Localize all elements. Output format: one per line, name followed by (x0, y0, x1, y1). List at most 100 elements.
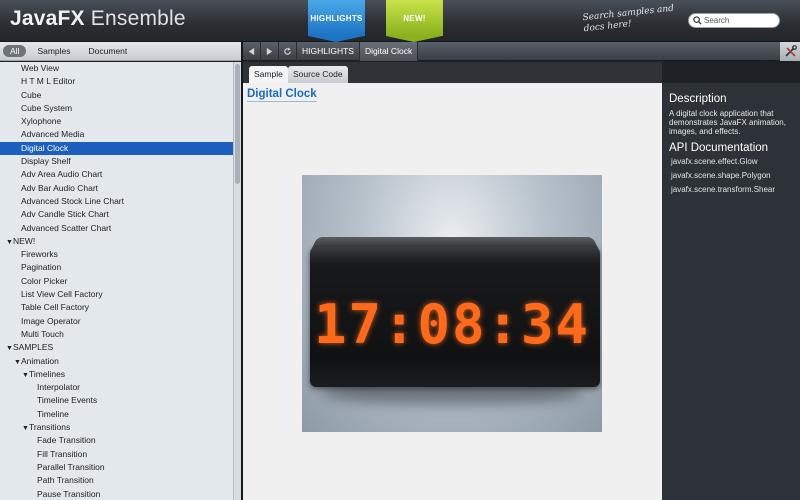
tree-item[interactable]: Cube (0, 89, 233, 102)
tree-item[interactable]: Image Operator (0, 315, 233, 328)
tree-item-label: List View Cell Factory (21, 289, 103, 300)
tree-item-label: Adv Candle Stick Chart (21, 209, 109, 220)
tree-item-label: Image Operator (21, 315, 81, 326)
tree-scrollbar[interactable] (233, 62, 241, 500)
refresh-button[interactable] (279, 41, 297, 61)
tree-item[interactable]: Table Cell Factory (0, 301, 233, 314)
tree-item[interactable]: Timeline Events (0, 394, 233, 407)
tree-item[interactable]: H T M L Editor (0, 75, 233, 88)
tree-item[interactable]: Advanced Scatter Chart (0, 222, 233, 235)
tree-item-label: Display Shelf (21, 156, 71, 167)
tree-item[interactable]: Adv Area Audio Chart (0, 168, 233, 181)
tree-item[interactable]: Parallel Transition (0, 461, 233, 474)
filter-tab-samples[interactable]: Samples (30, 45, 77, 57)
tree-item-label: Timeline (37, 408, 69, 419)
tree-item[interactable]: Interpolator (0, 381, 233, 394)
tree-item[interactable]: Web View (0, 62, 233, 75)
tree-item[interactable]: Advanced Stock Line Chart (0, 195, 233, 208)
app-header: JavaFX Ensemble HIGHLIGHTS NEW! Search s… (0, 0, 800, 42)
tree-item[interactable]: ▼Animation (0, 355, 233, 368)
content-tabbar: Sample Source Code (243, 62, 662, 83)
forward-arrow-icon (266, 47, 273, 55)
tab-source-code[interactable]: Source Code (288, 66, 348, 83)
tree-item[interactable]: ▼Timelines (0, 368, 233, 381)
tree-item[interactable]: Pagination (0, 261, 233, 274)
api-documentation-heading: API Documentation (669, 142, 769, 154)
tree-item-label: Digital Clock (21, 142, 69, 153)
tree-item-label: Table Cell Factory (21, 302, 90, 313)
filter-tab-document[interactable]: Document (82, 45, 135, 57)
sample-tree: Web View H T M L Editor Cube Cube System Xyl… (0, 62, 233, 500)
api-link-glow[interactable]: javafx.scene.effect.Glow (671, 157, 758, 166)
info-panel: Description A digital clock application … (662, 83, 800, 500)
tree-item[interactable]: List View Cell Factory (0, 288, 233, 301)
tree-item-label: Timeline Events (37, 395, 98, 406)
tree-item-label: Pagination (21, 262, 62, 273)
tree-item[interactable]: Cube System (0, 102, 233, 115)
breadcrumb-highlights[interactable]: HIGHLIGHTS (297, 41, 360, 61)
expand-arrow-icon[interactable]: ▼ (14, 356, 21, 369)
app-logo: JavaFX Ensemble (10, 7, 186, 30)
tree-item-label: Animation (21, 355, 59, 366)
tree-item[interactable]: Path Transition (0, 474, 233, 487)
new-ribbon-button[interactable]: NEW! (386, 0, 443, 42)
tree-item[interactable]: Xylophone (0, 115, 233, 128)
tree-item-label: Advanced Stock Line Chart (21, 195, 125, 206)
tree-item-label: Multi Touch (21, 328, 64, 339)
api-link-shear[interactable]: javafx.scene.transform.Shear (671, 185, 775, 194)
tree-item-label: SAMPLES (13, 342, 54, 353)
breadcrumb-digital-clock[interactable]: Digital Clock (359, 41, 419, 61)
api-link-polygon[interactable]: javafx.scene.shape.Polygon (671, 171, 771, 180)
tree-item-label: Color Picker (21, 275, 68, 286)
tree-item-label: Web View (21, 63, 59, 73)
tree-item[interactable]: ▼NEW! (0, 235, 233, 248)
search-box[interactable] (688, 13, 780, 28)
tree-item[interactable]: Display Shelf (0, 155, 233, 168)
filter-tab-all[interactable]: All (3, 45, 27, 57)
tree-item-label: Advanced Scatter Chart (21, 222, 112, 233)
tree-item-label: Fade Transition (37, 435, 96, 446)
search-input[interactable] (704, 16, 774, 25)
tree-item[interactable]: ▼SAMPLES (0, 341, 233, 354)
digital-clock-sample[interactable]: 17:08:34 (302, 175, 602, 432)
expand-arrow-icon[interactable]: ▼ (6, 236, 13, 249)
tree-item[interactable]: Adv Candle Stick Chart (0, 208, 233, 221)
tree-item[interactable]: Fireworks (0, 248, 233, 261)
back-button[interactable] (243, 41, 261, 61)
forward-button[interactable] (261, 41, 279, 61)
tree-item-label: Fill Transition (37, 448, 88, 459)
highlights-ribbon-button[interactable]: HIGHLIGHTS (308, 0, 365, 42)
description-text: A digital clock application that demonst… (669, 109, 786, 136)
tree-item[interactable]: Digital Clock (0, 141, 233, 156)
search-icon (693, 16, 702, 25)
tree-item[interactable]: ▼Transitions (0, 421, 233, 434)
refresh-icon (284, 46, 291, 55)
tab-sample[interactable]: Sample (249, 66, 288, 83)
expand-arrow-icon[interactable]: ▼ (22, 422, 29, 435)
tree-item[interactable]: Advanced Media (0, 128, 233, 141)
tree-item-label: Parallel Transition (37, 461, 105, 472)
tree-item[interactable]: Color Picker (0, 275, 233, 288)
tree-item-label: Adv Area Audio Chart (21, 169, 103, 180)
tree-item-label: Timelines (29, 368, 66, 379)
scroll-thumb[interactable] (235, 64, 240, 184)
tree-item-label: Pause Transition (37, 488, 101, 499)
tree-item[interactable]: Timeline (0, 408, 233, 421)
tree-item[interactable]: Fill Transition (0, 448, 233, 461)
tree-item-label: Transitions (29, 422, 71, 433)
tools-button[interactable] (780, 42, 800, 61)
expand-arrow-icon[interactable]: ▼ (22, 369, 29, 382)
sample-title: Digital Clock (247, 88, 317, 102)
back-arrow-icon (248, 47, 255, 55)
tree-item-label: Xylophone (21, 116, 62, 127)
tree-item-label: Path Transition (37, 475, 94, 486)
tree-item-label: Adv Bar Audio Chart (21, 182, 99, 193)
expand-arrow-icon[interactable]: ▼ (6, 342, 13, 355)
tree-item[interactable]: Pause Transition (0, 488, 233, 500)
nav-toolbar: HIGHLIGHTS Digital Clock (243, 41, 800, 61)
sample-area: Digital Clock 17:08:34 (243, 83, 662, 500)
tree-item-label: Interpolator (37, 382, 80, 393)
tree-item[interactable]: Fade Transition (0, 434, 233, 447)
tree-item[interactable]: Multi Touch (0, 328, 233, 341)
tree-item[interactable]: Adv Bar Audio Chart (0, 182, 233, 195)
